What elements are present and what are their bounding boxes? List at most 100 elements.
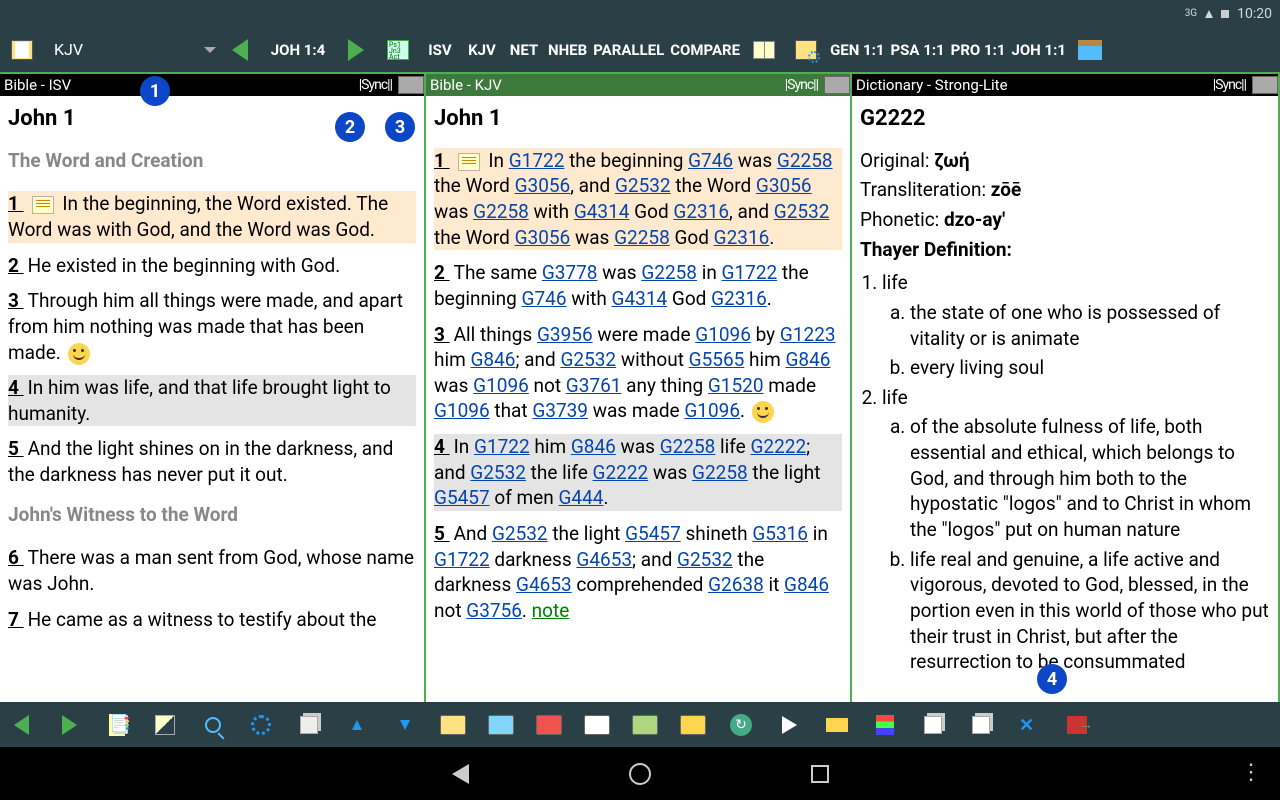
android-back[interactable]: [452, 764, 469, 784]
smile-icon: [752, 401, 774, 423]
strongs-code: G2222: [860, 104, 1270, 134]
view-isv[interactable]: ISV: [422, 32, 458, 68]
network-icon: 3G: [1185, 9, 1197, 19]
marker-3: 3: [385, 112, 415, 142]
android-navbar: ⋮: [0, 747, 1280, 800]
verse-2[interactable]: 2 He existed in the beginning with God.: [8, 253, 416, 279]
close-pane-icon[interactable]: [398, 76, 424, 94]
book-menu-icon[interactable]: [4, 32, 40, 68]
tools-button[interactable]: [1014, 710, 1044, 740]
view-compare[interactable]: COMPARE: [670, 32, 740, 68]
forward-button[interactable]: [54, 710, 84, 740]
note-icon[interactable]: [32, 196, 54, 214]
pane-dict: Dictionary - Strong-Lite |Sync|| G2222 Or…: [852, 72, 1280, 702]
shortcut-joh[interactable]: JOH 1:1: [1011, 32, 1065, 68]
signal-icon: [1205, 10, 1213, 18]
book-k[interactable]: [438, 710, 468, 740]
verse-6[interactable]: 6 There was a man sent from God, whose n…: [8, 545, 416, 596]
book-e[interactable]: [582, 710, 612, 740]
marker-4: 4: [1037, 664, 1067, 694]
clock: 10:20: [1237, 6, 1272, 22]
version-selector[interactable]: KJV: [46, 32, 216, 68]
smile-icon: [68, 343, 90, 365]
pane-isv-body[interactable]: John 1 The Word and Creation 1 In the be…: [0, 96, 424, 702]
settings-button[interactable]: [246, 710, 276, 740]
android-home[interactable]: [629, 763, 651, 785]
sync-button[interactable]: |Sync||: [1213, 77, 1248, 93]
shortcut-pro[interactable]: PRO 1:1: [951, 32, 1006, 68]
pane-dict-body[interactable]: G2222 Original: ζωή Transliteration: zōē…: [852, 96, 1278, 702]
verse-3[interactable]: 3 All things G3956 were made G1096 by G1…: [434, 322, 842, 425]
verse-3[interactable]: 3 Through him all things were made, and …: [8, 288, 416, 365]
list-icon[interactable]: Ps1Jn3Act: [380, 32, 416, 68]
verse-7[interactable]: 7 He came as a witness to testify about …: [8, 607, 416, 633]
section-title: The Word and Creation: [8, 148, 416, 174]
translit-row: Transliteration: zōē: [860, 177, 1270, 203]
pane-kjv-title: Bible - KJV: [430, 76, 502, 94]
close-pane-icon[interactable]: [1252, 76, 1278, 94]
marker-1: 1: [140, 76, 170, 106]
page2-button[interactable]: [966, 710, 996, 740]
pane-dict-header[interactable]: Dictionary - Strong-Lite |Sync||: [852, 74, 1278, 96]
copy-button[interactable]: [294, 710, 324, 740]
original-row: Original: ζωή: [860, 148, 1270, 174]
next-verse-button[interactable]: [338, 32, 374, 68]
verse-5[interactable]: 5 And the light shines on in the darknes…: [8, 436, 416, 487]
bookmark-button[interactable]: 📑: [102, 710, 132, 740]
version-label: KJV: [54, 40, 83, 59]
view-kjv[interactable]: KJV: [464, 32, 500, 68]
chapter-title: John 1: [434, 104, 842, 134]
verse-2[interactable]: 2 The same G3778 was G2258 in G1722 the …: [434, 260, 842, 311]
down-button[interactable]: [390, 710, 420, 740]
pane-kjv: Bible - KJV |Sync|| John 1 1 In G1722 the…: [426, 72, 852, 702]
close-pane-icon[interactable]: [824, 76, 850, 94]
verse-4[interactable]: 4 In him was life, and that life brought…: [8, 375, 416, 426]
book-j[interactable]: [630, 710, 660, 740]
verse-1[interactable]: 1 In the beginning, the Word existed. Th…: [8, 191, 416, 242]
marker-2: 2: [335, 112, 365, 142]
android-recent[interactable]: [811, 765, 829, 783]
pane-isv-title: Bible - ISV: [4, 76, 71, 94]
page-button[interactable]: [918, 710, 948, 740]
exit-button[interactable]: [1062, 710, 1092, 740]
play-button[interactable]: [774, 710, 804, 740]
pane-dict-title: Dictionary - Strong-Lite: [856, 76, 1008, 94]
open-book-icon[interactable]: [746, 32, 782, 68]
view-nheb[interactable]: NHEB: [548, 32, 587, 68]
book-b[interactable]: [678, 710, 708, 740]
verse-1[interactable]: 1 In G1722 the beginning G746 was G2258 …: [434, 148, 842, 251]
note-icon[interactable]: [458, 153, 480, 171]
pane-isv: Bible - ISV |Sync|| John 1 The Word and C…: [0, 72, 426, 702]
bottom-toolbar: 📑: [0, 702, 1280, 747]
refresh-button[interactable]: [726, 710, 756, 740]
settings-icon[interactable]: [788, 32, 824, 68]
book-d[interactable]: [534, 710, 564, 740]
highlight-button[interactable]: [870, 710, 900, 740]
verse-5[interactable]: 5 And G2532 the light G5457 shineth G531…: [434, 521, 842, 624]
definition-list: life the state of one who is possessed o…: [882, 270, 1270, 675]
phonetic-row: Phonetic: dzo-ay': [860, 207, 1270, 233]
back-button[interactable]: [6, 710, 36, 740]
current-verse[interactable]: JOH 1:4: [264, 41, 332, 59]
book-c[interactable]: [486, 710, 516, 740]
edit-button[interactable]: [150, 710, 180, 740]
sync-button[interactable]: |Sync||: [359, 77, 394, 93]
sync-button[interactable]: |Sync||: [785, 77, 820, 93]
section-title-2: John's Witness to the Word: [8, 502, 416, 528]
shop-icon[interactable]: [1072, 32, 1108, 68]
pane-isv-header[interactable]: Bible - ISV |Sync||: [0, 74, 424, 96]
battery-icon: [1221, 10, 1229, 18]
android-menu[interactable]: ⋮: [1240, 769, 1262, 778]
prev-verse-button[interactable]: [222, 32, 258, 68]
tag-button[interactable]: [822, 710, 852, 740]
shortcut-gen[interactable]: GEN 1:1: [830, 32, 884, 68]
up-button[interactable]: [342, 710, 372, 740]
verse-4[interactable]: 4 In G1722 him G846 was G2258 life G2222…: [434, 434, 842, 511]
shortcut-psa[interactable]: PSA 1:1: [891, 32, 945, 68]
pane-kjv-body[interactable]: John 1 1 In G1722 the beginning G746 was…: [426, 96, 850, 702]
pane-kjv-header[interactable]: Bible - KJV |Sync||: [426, 74, 850, 96]
definition-header: Thayer Definition:: [860, 237, 1270, 263]
view-parallel[interactable]: PARALLEL: [593, 32, 664, 68]
view-net[interactable]: NET: [506, 32, 542, 68]
search-button[interactable]: [198, 710, 228, 740]
